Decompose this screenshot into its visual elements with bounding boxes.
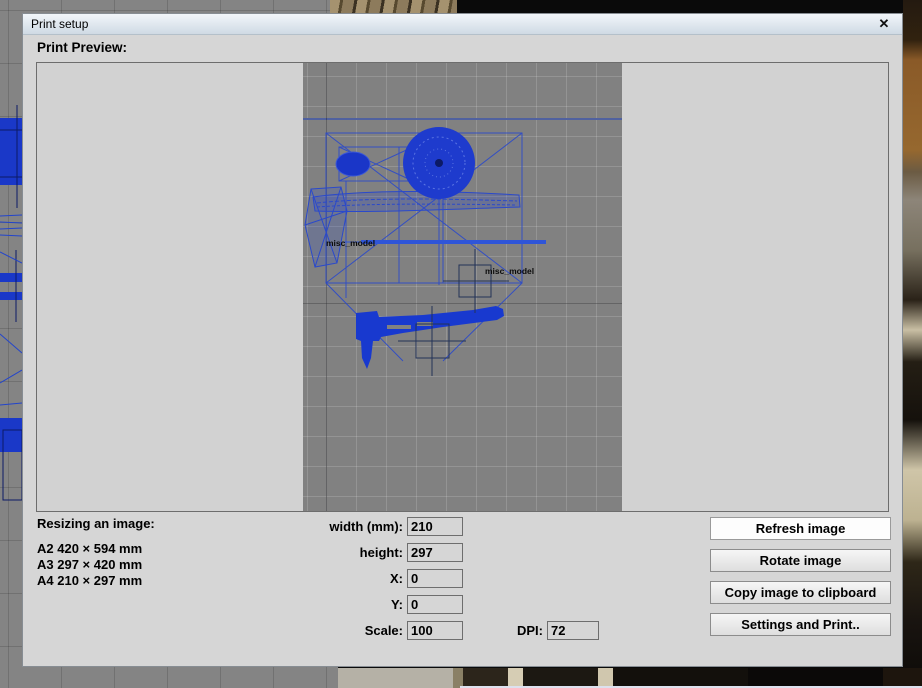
copy-image-to-clipboard-button[interactable]: Copy image to clipboard [710,581,891,604]
axe-model [305,187,520,267]
width-input[interactable] [407,517,463,536]
model-label-1: misc_model [326,238,375,248]
x-input[interactable] [407,569,463,588]
dpi-input[interactable] [547,621,599,640]
application-window: Print setup ✕ Print Preview: [0,0,922,688]
x-label: X: [303,569,403,588]
print-setup-dialog: Print setup ✕ Print Preview: [22,13,903,667]
wireframe-models-preview: misc_model misc_model [303,63,622,511]
scale-label: Scale: [303,621,403,640]
background-3d-wood-planks [330,0,457,13]
paper-size-a2: A2 420 × 594 mm [37,541,142,556]
rotate-image-button[interactable]: Rotate image [710,549,891,572]
ellipse-model [336,152,370,176]
background-3d-wood-edge [903,0,922,688]
dialog-titlebar[interactable]: Print setup ✕ [23,14,902,35]
dpi-label: DPI: [443,621,543,640]
paper-size-a3: A3 297 × 420 mm [37,557,142,572]
height-input[interactable] [407,543,463,562]
background-wireframe-models [0,13,22,668]
close-icon[interactable]: ✕ [874,16,894,32]
hammer-model [356,306,504,369]
print-preview-area: misc_model misc_model [36,62,889,512]
y-label: Y: [303,595,403,614]
refresh-image-button[interactable]: Refresh image [710,517,891,540]
paper-size-a4: A4 210 × 297 mm [37,573,142,588]
width-label: width (mm): [303,517,403,536]
resizing-heading: Resizing an image: [37,516,155,531]
background-3d-bottom-strip [338,668,922,688]
height-label: height: [303,543,403,562]
dialog-title: Print setup [31,17,88,31]
model-label-2: misc_model [485,266,534,276]
settings-and-print-button[interactable]: Settings and Print.. [710,613,891,636]
preview-page: misc_model misc_model [303,63,622,511]
y-input[interactable] [407,595,463,614]
saw-blade-model [403,127,475,199]
print-preview-label: Print Preview: [37,40,127,55]
